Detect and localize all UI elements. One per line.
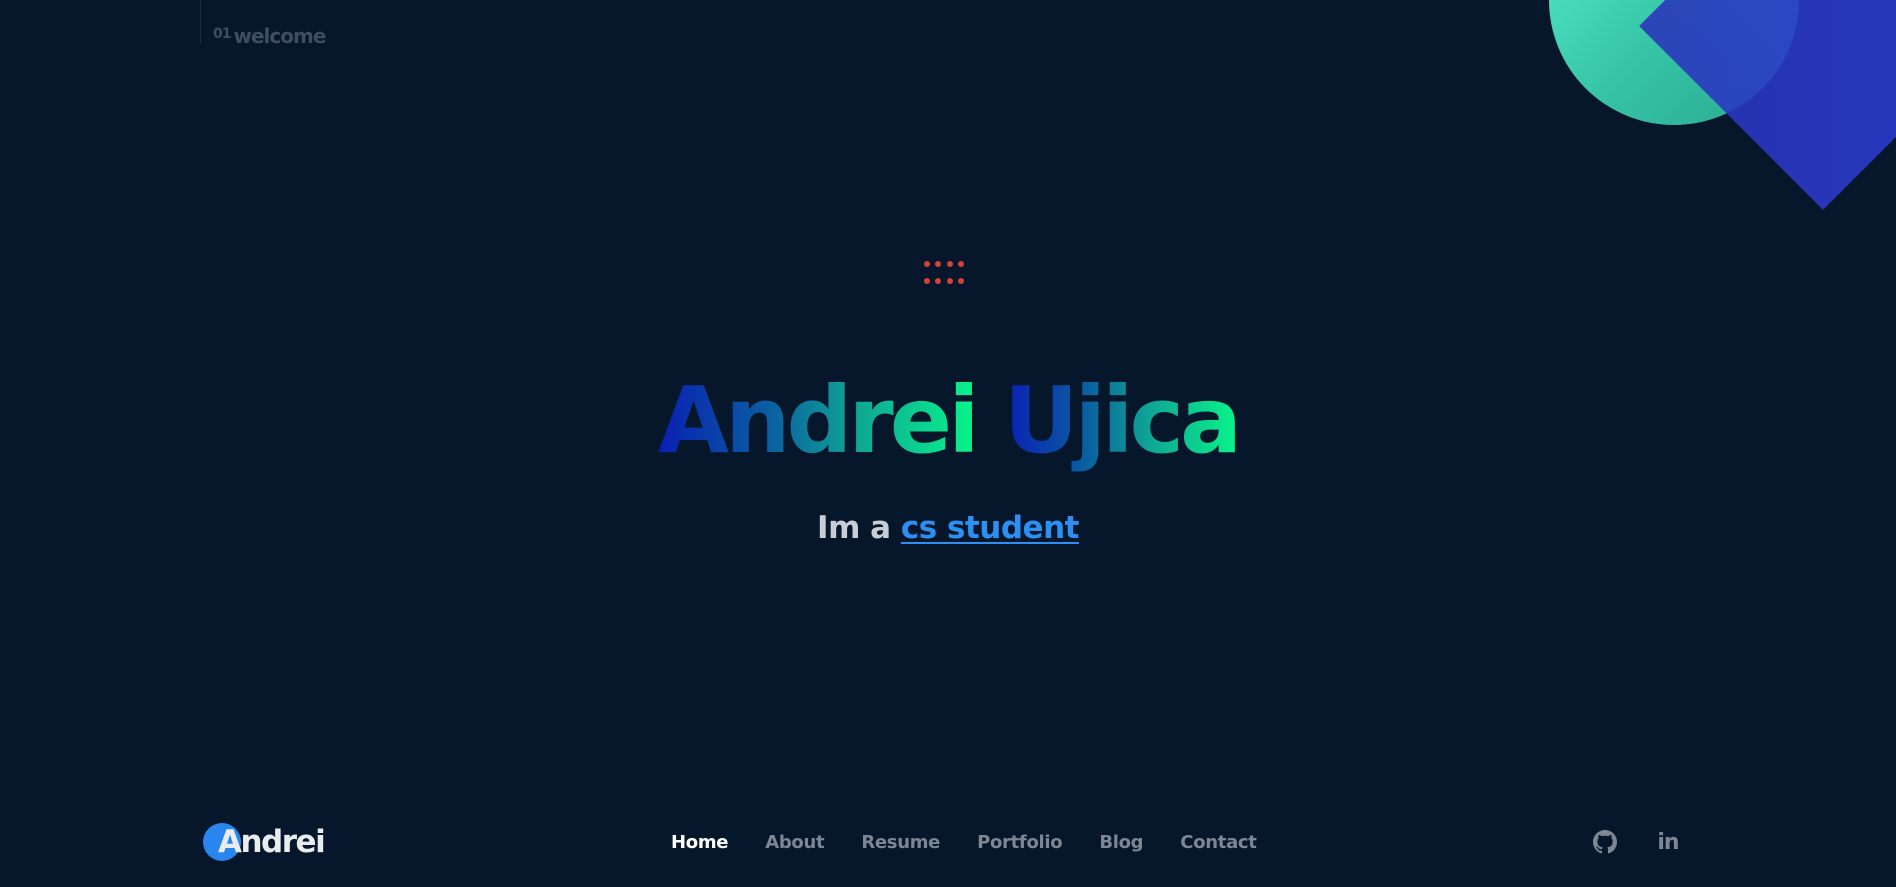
nav-contact[interactable]: Contact bbox=[1180, 832, 1257, 853]
nav-blog[interactable]: Blog bbox=[1099, 832, 1143, 853]
dot bbox=[924, 278, 930, 284]
nav-portfolio[interactable]: Portfolio bbox=[977, 832, 1063, 853]
dot bbox=[935, 278, 942, 284]
section-divider bbox=[200, 0, 201, 44]
github-icon bbox=[1593, 830, 1617, 854]
dot bbox=[957, 278, 964, 284]
dot bbox=[924, 261, 930, 267]
dot bbox=[935, 261, 942, 267]
linkedin-link[interactable]: in bbox=[1655, 829, 1681, 855]
dot bbox=[957, 261, 964, 267]
tagline-role-link[interactable]: cs student bbox=[901, 510, 1080, 546]
hero-tagline: Im a cs student bbox=[0, 510, 1896, 546]
tagline-prefix: Im a bbox=[817, 510, 891, 546]
hero-name: Andrei Ujica bbox=[0, 366, 1896, 476]
page: 01 welcome Andrei Ujica Im a cs student A… bbox=[0, 0, 1896, 887]
hero-first-name: Andrei bbox=[657, 367, 980, 474]
dot bbox=[946, 261, 953, 267]
section-number: 01 bbox=[213, 26, 232, 42]
hero-last-name: Ujica bbox=[1003, 367, 1242, 474]
hero-space bbox=[976, 367, 1004, 474]
nav-about[interactable]: About bbox=[765, 832, 824, 853]
dot bbox=[946, 278, 953, 284]
section-title: welcome bbox=[233, 24, 326, 48]
dots-pattern bbox=[924, 261, 964, 284]
nav-resume[interactable]: Resume bbox=[861, 832, 940, 853]
github-link[interactable] bbox=[1592, 829, 1618, 855]
main-nav: Home About Resume Portfolio Blog Contact bbox=[671, 830, 1257, 854]
nav-home[interactable]: Home bbox=[671, 832, 729, 853]
linkedin-icon: in bbox=[1657, 829, 1679, 855]
section-label: 01 welcome bbox=[213, 24, 326, 48]
brand-name: Andrei bbox=[218, 824, 326, 860]
